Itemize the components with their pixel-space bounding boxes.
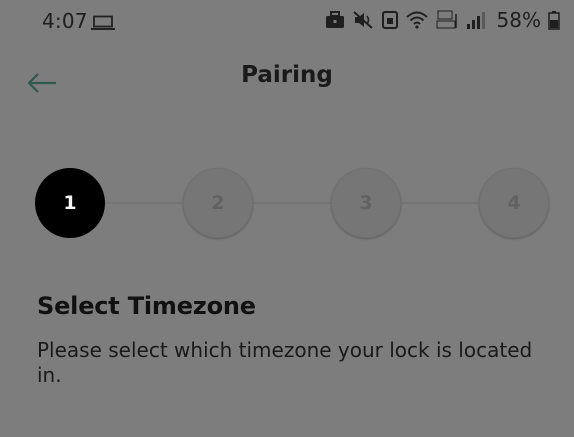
battery-percentage: 58% — [496, 8, 541, 32]
screen: 4:07 58% Pairing 1 2 3 4 Select Timezone… — [0, 0, 574, 437]
step-4: 4 — [479, 168, 549, 238]
laptop-icon — [91, 15, 115, 30]
briefcase-icon — [325, 11, 344, 28]
mute-icon — [352, 11, 373, 29]
step-2: 2 — [183, 168, 253, 238]
step-connector — [253, 202, 331, 204]
step-connector — [401, 202, 479, 204]
step-connector — [105, 202, 183, 204]
wifi-icon — [405, 11, 428, 29]
lock-status-icon — [381, 11, 398, 29]
stepper: 1 2 3 4 — [0, 168, 574, 238]
section-title: Select Timezone — [37, 292, 256, 320]
section-description: Please select which timezone your lock i… — [37, 338, 533, 387]
main-content: 1 2 3 4 Select Timezone Please select wh… — [0, 124, 574, 437]
status-bar: 4:07 58% — [0, 0, 574, 40]
page-title: Pairing — [241, 62, 333, 88]
battery-icon — [548, 11, 560, 30]
volte-signal-icon — [436, 10, 457, 29]
step-1: 1 — [35, 168, 105, 238]
status-time: 4:07 — [42, 9, 88, 33]
status-icons: 58% — [325, 8, 560, 32]
cell-signal-icon — [466, 12, 485, 29]
app-bar: Pairing — [0, 40, 574, 124]
step-3: 3 — [331, 168, 401, 238]
